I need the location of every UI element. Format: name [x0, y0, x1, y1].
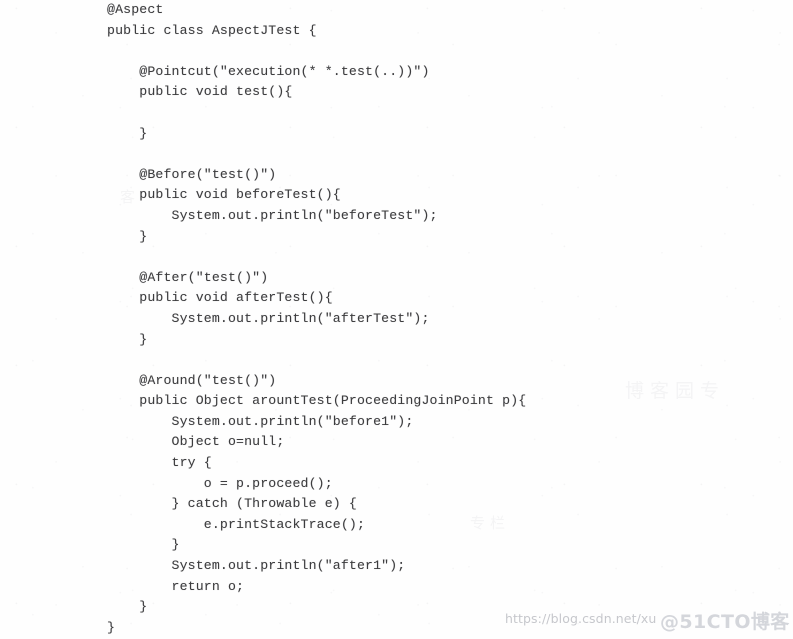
code-line: @After("test()")	[107, 269, 269, 285]
code-line: }	[107, 537, 180, 553]
code-line: }	[107, 125, 148, 141]
code-line: } catch (Throwable e) {	[107, 496, 357, 512]
code-line: System.out.println("beforeTest");	[107, 207, 438, 223]
code-line: System.out.println("after1");	[107, 558, 406, 574]
code-line: }	[107, 228, 148, 244]
code-line: public Object arountTest(ProceedingJoinP…	[107, 393, 527, 409]
code-line: System.out.println("before1");	[107, 413, 414, 429]
code-line: @Pointcut("execution(* *.test(..))")	[107, 63, 430, 79]
code-line: System.out.println("afterTest");	[107, 310, 430, 326]
code-line: try {	[107, 455, 212, 471]
code-line: o = p.proceed();	[107, 475, 333, 491]
code-line: @Before("test()")	[107, 166, 277, 182]
code-line: public void afterTest(){	[107, 290, 333, 306]
code-line: Object o=null;	[107, 434, 285, 450]
code-line: public void beforeTest(){	[107, 187, 341, 203]
code-listing: @Aspect public class AspectJTest { @Point…	[107, 0, 767, 638]
code-line: e.printStackTrace();	[107, 516, 366, 532]
code-line: @Around("test()")	[107, 372, 277, 388]
code-line: public void test(){	[107, 84, 293, 100]
scanned-code-page: 博客园专 客 专栏 @Aspect public class AspectJTes…	[0, 0, 793, 639]
code-line: return o;	[107, 578, 245, 594]
code-line: }	[107, 331, 148, 347]
code-line: @Aspect	[107, 2, 164, 17]
code-line: }	[107, 619, 116, 635]
code-line: }	[107, 599, 148, 615]
code-line: public class AspectJTest {	[107, 22, 317, 38]
